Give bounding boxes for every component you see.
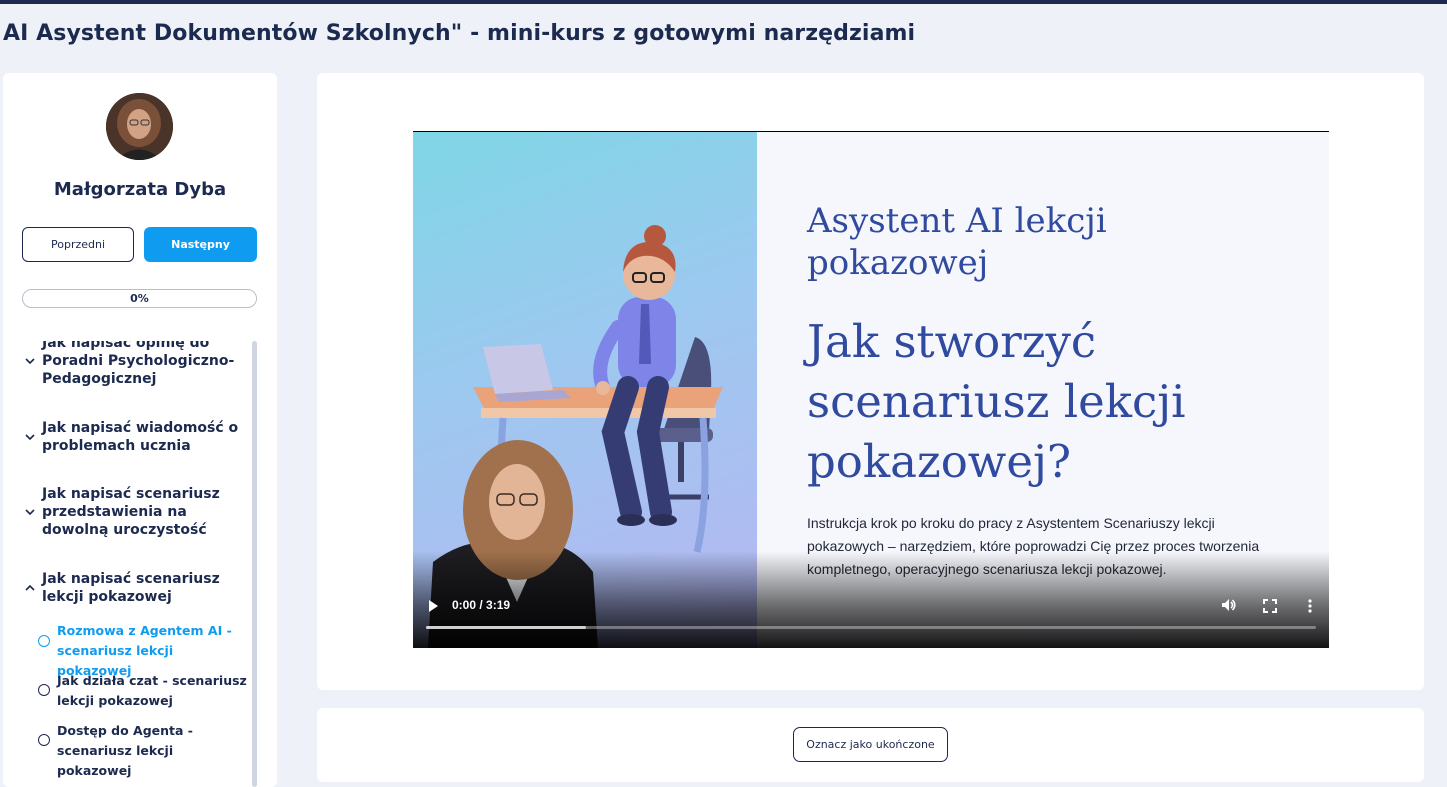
lesson-status-circle-icon xyxy=(38,684,50,696)
play-icon[interactable] xyxy=(427,599,441,613)
author-avatar xyxy=(106,93,173,160)
previous-button[interactable]: Poprzedni xyxy=(22,227,134,262)
fullscreen-icon[interactable] xyxy=(1263,598,1277,613)
video-controls-gradient xyxy=(413,551,1329,648)
lesson-status-circle-icon xyxy=(38,734,50,746)
page-title: AI Asystent Dokumentów Szkolnych" - mini… xyxy=(3,21,916,46)
video-player[interactable]: Asystent AI lekcji pokazowej Jak stworzy… xyxy=(413,131,1329,648)
section-title: Jak napisać scenariusz lekcji pokazowej xyxy=(42,571,220,605)
volume-icon[interactable] xyxy=(1221,597,1237,613)
next-button[interactable]: Następny xyxy=(144,227,257,262)
section-item-student-problems[interactable]: Jak napisać wiadomość o problemach uczni… xyxy=(3,419,251,459)
avatar-portrait-icon xyxy=(106,93,173,160)
chevron-down-icon xyxy=(23,355,37,369)
lesson-item-chat-with-agent[interactable]: Rozmowa z Agentem AI - scenariusz lekcji… xyxy=(3,621,251,678)
course-progress-bar: 0% xyxy=(22,289,257,308)
more-options-icon[interactable] xyxy=(1303,598,1317,613)
section-item-celebration-script[interactable]: Jak napisać scenariusz przedstawienia na… xyxy=(3,485,251,543)
chevron-up-icon xyxy=(23,582,37,596)
course-outline: Jak napisać opinię do Poradni Psychologi… xyxy=(3,341,251,787)
section-item-opinion[interactable]: Jak napisać opinię do Poradni Psychologi… xyxy=(3,341,251,394)
progress-label: 0% xyxy=(130,292,149,305)
video-slide-title: Jak stworzyć scenariusz lekcji pokazowej… xyxy=(807,315,1186,488)
video-seek-bar[interactable] xyxy=(426,626,1316,629)
lesson-status-circle-icon xyxy=(38,635,50,647)
top-accent-bar xyxy=(0,0,1447,4)
lesson-item-agent-access[interactable]: Dostęp do Agenta - scenariusz lekcji pok… xyxy=(3,721,251,778)
section-title: Jak napisać scenariusz przedstawienia na… xyxy=(42,486,220,538)
complete-card: Oznacz jako ukończone xyxy=(317,708,1424,782)
lesson-title: Dostęp do Agenta - scenariusz lekcji pok… xyxy=(57,723,193,778)
video-card: Asystent AI lekcji pokazowej Jak stworzy… xyxy=(317,73,1424,690)
course-sidebar: Małgorzata Dyba Poprzedni Następny 0% Ja… xyxy=(3,73,277,787)
section-title: Jak napisać opinię do Poradni Psychologi… xyxy=(42,341,235,387)
lesson-item-how-chat-works[interactable]: Jak działa czat - scenariusz lekcji poka… xyxy=(3,671,251,713)
video-time: 0:00 / 3:19 xyxy=(452,598,511,612)
section-title: Jak napisać wiadomość o problemach uczni… xyxy=(42,420,239,454)
lesson-title: Jak działa czat - scenariusz lekcji poka… xyxy=(57,673,247,708)
chevron-down-icon xyxy=(23,431,37,445)
video-buffered-bar xyxy=(426,626,587,629)
section-item-demo-lesson[interactable]: Jak napisać scenariusz lekcji pokazowej xyxy=(3,570,251,610)
video-slide-subtitle: Asystent AI lekcji pokazowej xyxy=(807,201,1107,283)
author-name: Małgorzata Dyba xyxy=(53,179,227,200)
sidebar-scrollbar[interactable] xyxy=(252,341,257,787)
chevron-down-icon xyxy=(23,506,37,520)
mark-complete-button[interactable]: Oznacz jako ukończone xyxy=(793,727,948,762)
